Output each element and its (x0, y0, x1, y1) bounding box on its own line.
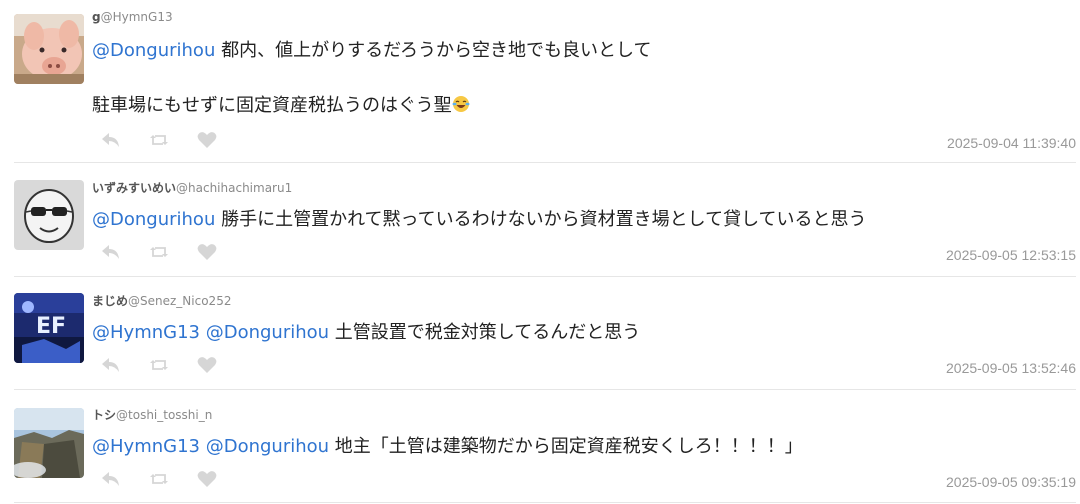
post-text: @HymnG13 @Dongurihou 土管設置で税金対策してるんだと思う (92, 321, 640, 345)
avatar[interactable] (14, 14, 84, 84)
post-body: 駐車場にもせずに固定資産税払うのはぐう聖 (92, 95, 452, 116)
timestamp[interactable]: 2025-09-05 12:53:15 (946, 247, 1076, 263)
mention-link[interactable]: @Dongurihou (92, 209, 215, 230)
reply-post: g@HymnG13 @Dongurihou 都内、値上がりするだろうから空き地で… (0, 0, 1080, 163)
retweet-icon[interactable] (148, 356, 170, 374)
avatar[interactable] (14, 408, 84, 478)
post-body: 都内、値上がりするだろうから空き地でも良いとして (215, 40, 652, 61)
post-header: まじめ@Senez_Nico252 (92, 292, 231, 309)
post-body: 勝手に土管置かれて黙っているわけないから資材置き場として貸していると思う (215, 209, 867, 230)
post-header: g@HymnG13 (92, 10, 173, 24)
reply-icon[interactable] (100, 470, 122, 488)
display-name[interactable]: トシ (92, 408, 116, 422)
display-name[interactable]: いずみすいめい (92, 181, 176, 195)
post-text: @HymnG13 @Dongurihou 地主「土管は建築物だから固定資産税安く… (92, 435, 803, 459)
post-body: 土管設置で税金対策してるんだと思う (329, 322, 641, 343)
heart-icon[interactable] (196, 470, 218, 488)
timestamp[interactable]: 2025-09-05 13:52:46 (946, 360, 1076, 376)
heart-icon[interactable] (196, 131, 218, 149)
retweet-icon[interactable] (148, 470, 170, 488)
mention-link[interactable]: @Dongurihou (92, 40, 215, 61)
mention-link[interactable]: @HymnG13 @Dongurihou (92, 322, 329, 343)
post-body: 地主「土管は建築物だから固定資産税安くしろ！！！！」 (329, 436, 803, 457)
post-header: いずみすいめい@hachihachimaru1 (92, 179, 292, 196)
cliff-landscape-photo (14, 408, 84, 478)
post-text: @Dongurihou 勝手に土管置かれて黙っているわけないから資材置き場として… (92, 208, 867, 232)
user-handle[interactable]: @Senez_Nico252 (128, 294, 231, 308)
laughing-tears-emoji (452, 96, 470, 112)
user-handle[interactable]: @HymnG13 (101, 10, 173, 24)
display-name[interactable]: g (92, 10, 101, 24)
reply-post: EF まじめ@Senez_Nico252 @HymnG13 @Donguriho… (0, 277, 1080, 390)
post-header: トシ@toshi_tosshi_n (92, 406, 212, 423)
reply-post: トシ@toshi_tosshi_n @HymnG13 @Dongurihou 地… (0, 390, 1080, 504)
avatar[interactable]: EF (14, 293, 84, 363)
user-handle[interactable]: @toshi_tosshi_n (116, 408, 212, 422)
post-text: @Dongurihou 都内、値上がりするだろうから空き地でも良いとして (92, 39, 651, 63)
post-text-line2: 駐車場にもせずに固定資産税払うのはぐう聖 (92, 94, 470, 118)
mention-link[interactable]: @HymnG13 @Dongurihou (92, 436, 329, 457)
timestamp[interactable]: 2025-09-05 09:35:19 (946, 474, 1076, 490)
reply-icon[interactable] (100, 356, 122, 374)
svg-text:EF: EF (36, 314, 66, 339)
post-actions (100, 243, 218, 261)
retweet-icon[interactable] (148, 243, 170, 261)
heart-icon[interactable] (196, 356, 218, 374)
heart-icon[interactable] (196, 243, 218, 261)
post-actions (100, 131, 218, 149)
post-actions (100, 356, 218, 374)
reply-icon[interactable] (100, 243, 122, 261)
avatar[interactable] (14, 180, 84, 250)
divider (14, 502, 1076, 503)
display-name[interactable]: まじめ (92, 294, 128, 308)
blue-poster-photo: EF (14, 293, 84, 363)
timestamp[interactable]: 2025-09-04 11:39:40 (947, 135, 1076, 151)
pig-photo (14, 14, 84, 84)
reply-icon[interactable] (100, 131, 122, 149)
sunglasses-face-drawing (14, 180, 84, 250)
user-handle[interactable]: @hachihachimaru1 (176, 181, 292, 195)
reply-feed: g@HymnG13 @Dongurihou 都内、値上がりするだろうから空き地で… (0, 0, 1080, 504)
retweet-icon[interactable] (148, 131, 170, 149)
reply-post: いずみすいめい@hachihachimaru1 @Dongurihou 勝手に土… (0, 163, 1080, 277)
post-actions (100, 470, 218, 488)
